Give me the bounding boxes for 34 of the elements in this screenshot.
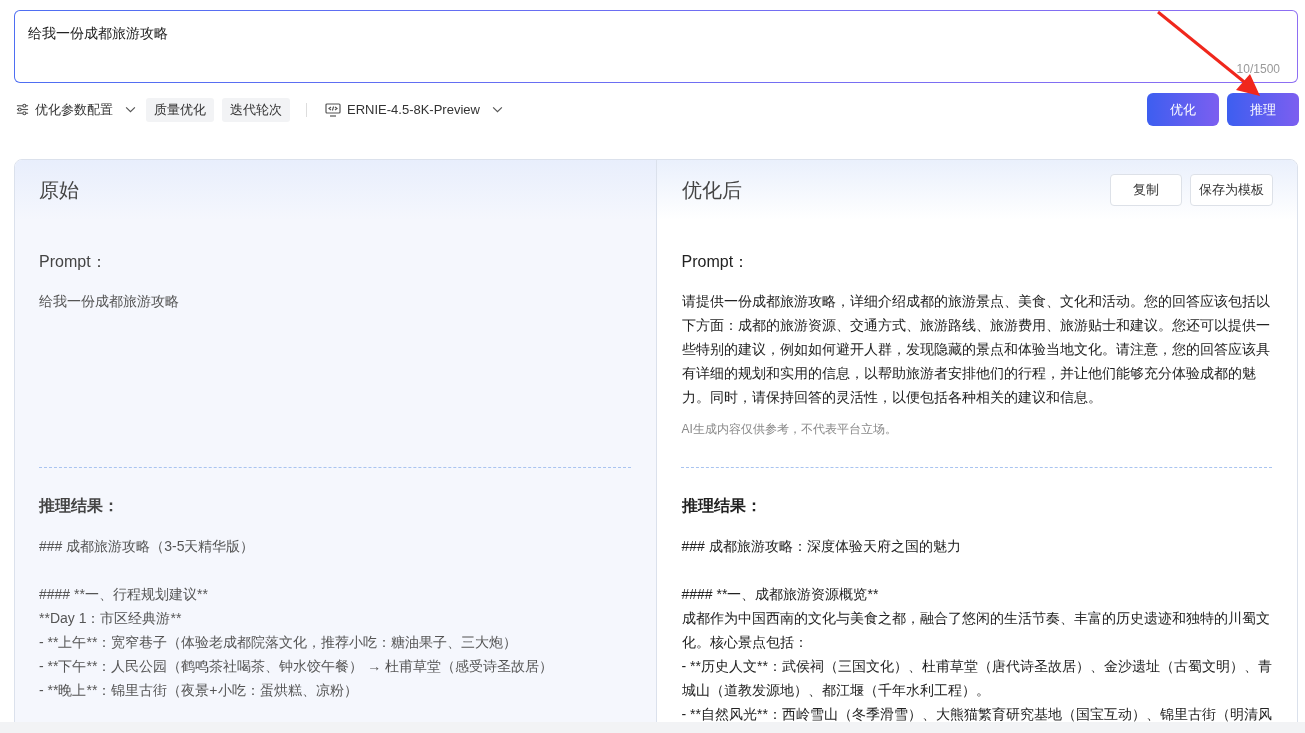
settings-dropdown[interactable]: 优化参数配置 <box>14 100 138 119</box>
optimize-button[interactable]: 优化 <box>1147 93 1219 126</box>
result-text: **Day 1：市区经典游** <box>39 609 183 628</box>
chevron-down-icon <box>491 106 503 113</box>
sliders-icon <box>16 103 29 116</box>
result-text: - **自然风光**：西岭雪山（冬季滑雪）、大熊猫繁育研究基地（国宝互动）、锦里古街（明清风 <box>681 705 1272 724</box>
prompt-text: 请提供一份成都旅游攻略，详细介绍成都的旅游景点、美食、文化和活动。您的回答应该包括以下方面：成都的旅游资源、交通方式、旅游路线、旅游费用、旅游贴士和建议。您还可以提供一些特别的建议，例如如何避开人群，发现隐藏的景点和体验当地文化。请注意，您的回答应该具有详细的规划和实用的信息，以帮助旅游者安排他们的行程，并让他们能够充分体验成都的魅力。同时，请保持回答的灵活性，以便包括各种相关的建议和信息。 <box>681 292 1271 407</box>
section-label: Prompt： <box>39 252 108 272</box>
result-text: - **下午**：人民公园（鹤鸣茶社喝茶、钟水饺午餐） → 杜甫草堂（感受诗圣故居） <box>39 657 555 676</box>
result-text: - **上午**：宽窄巷子（体验老成都院落文化，推荐小吃：糖油果子、三大炮） <box>39 633 519 652</box>
result-text: #### **一、行程规划建议** <box>39 585 209 604</box>
panel-title: 优化后 <box>681 177 742 203</box>
result-text: - **晚上**：锦里古街（夜景+小吃：蛋烘糕、凉粉） <box>39 681 359 700</box>
disclaimer-text: AI生成内容仅供参考，不代表平台立场。 <box>681 421 898 438</box>
panel-title: 原始 <box>39 177 79 203</box>
panel-button[interactable]: 保存为模板 <box>1190 174 1273 206</box>
section-label: 推理结果： <box>39 496 120 516</box>
section-label: Prompt： <box>681 252 751 272</box>
character-counter: 10/1500 <box>1236 62 1280 76</box>
chevron-down-icon <box>125 106 136 113</box>
monitor-code-icon <box>325 102 341 117</box>
model-dropdown[interactable]: ERNIE-4.5-8K-Preview <box>323 102 505 117</box>
panel-button[interactable]: 复制 <box>1110 174 1182 206</box>
infer-button[interactable]: 推理 <box>1227 93 1299 126</box>
result-text: ### 成都旅游攻略（3-5天精华版） <box>39 537 256 556</box>
option-tag[interactable]: 质量优化 <box>146 97 214 122</box>
prompt-input-field[interactable]: 给我一份成都旅游攻略 10/1500 <box>14 10 1298 83</box>
section-label: 推理结果： <box>681 496 763 516</box>
result-text: ### 成都旅游攻略：深度体验天府之国的魅力 <box>681 537 962 556</box>
prompt-text: 给我一份成都旅游攻略 <box>39 292 180 311</box>
result-text: - **历史人文**：武侯祠（三国文化）、杜甫草堂（唐代诗圣故居）、金沙遗址（古蜀文明）、青城山（道教发源地）、都江堰（千年水利工程）。 <box>681 657 1272 700</box>
result-text: 成都作为中国西南的文化与美食之都，融合了悠闲的生活节奏、丰富的历史遗迹和独特的川蜀文化。核心景点包括： <box>681 609 1271 652</box>
option-tag[interactable]: 迭代轮次 <box>222 97 290 122</box>
result-text: #### **一、成都旅游资源概览** <box>681 585 880 604</box>
